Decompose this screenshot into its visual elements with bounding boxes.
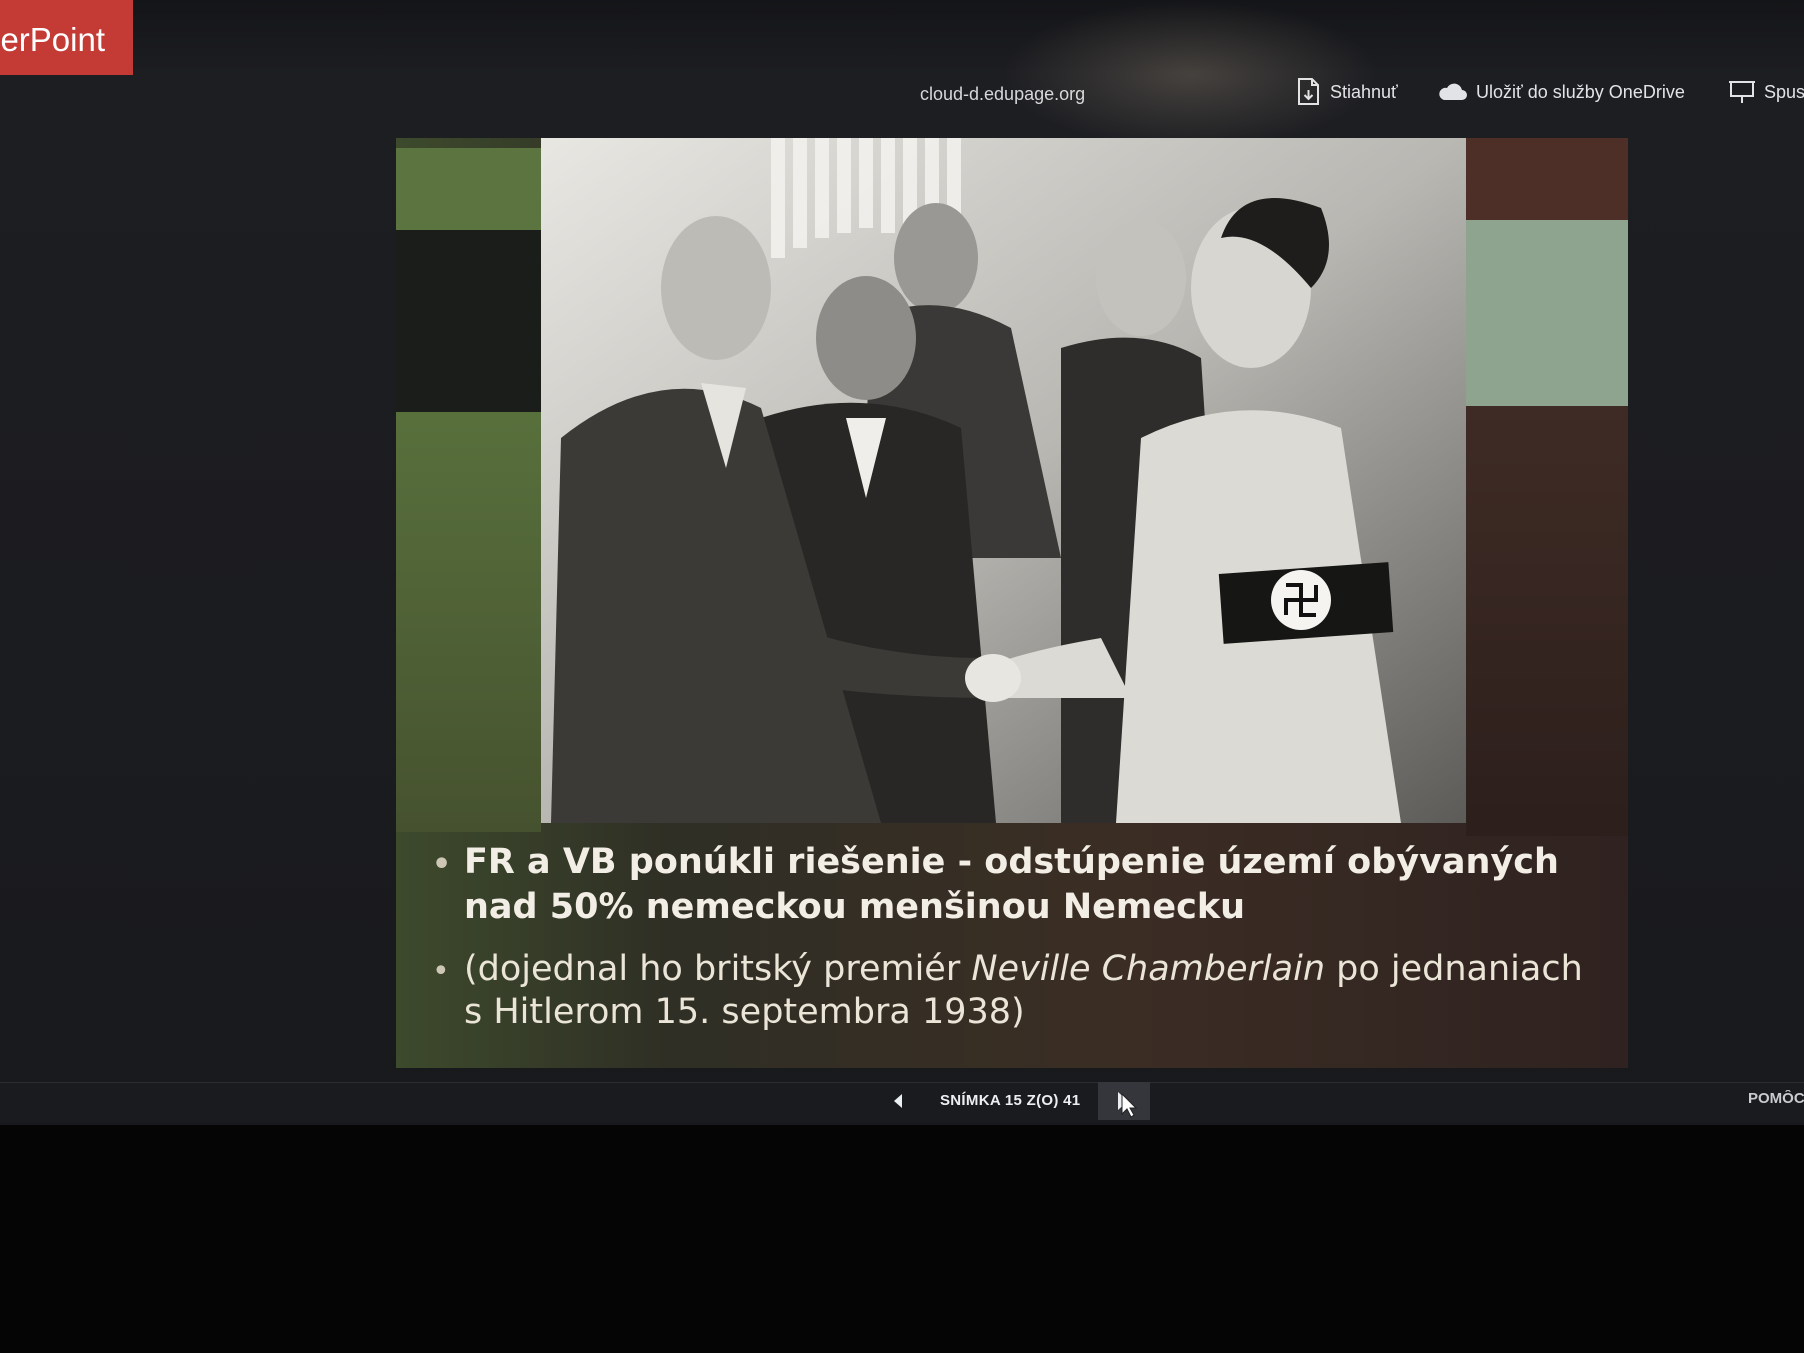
top-bar [0, 0, 1804, 70]
app-name: erPoint [0, 21, 105, 58]
download-label: Stiahnuť [1330, 81, 1398, 102]
document-title: cloud-d.edupage.org [920, 84, 1086, 104]
next-slide-button[interactable] [1098, 1082, 1150, 1120]
decor-band-dark-brown [1466, 406, 1628, 836]
bullet-item: • (dojednal ho britský premiér Neville C… [432, 948, 1592, 1034]
slide-counter: SNÍMKA 15 Z(O) 41 [940, 1092, 1081, 1109]
previous-slide-icon[interactable] [888, 1091, 908, 1111]
screen: erPoint cloud-d.edupage.org Stiahnuť Ulo… [0, 0, 1804, 1125]
onedrive-cloud-icon [1439, 83, 1467, 100]
bullet-text-before: (dojednal ho britský premiér [464, 949, 972, 989]
historical-photo [541, 138, 1466, 823]
decor-band-olive [396, 412, 541, 832]
save-to-onedrive-button[interactable]: Uložiť do služby OneDrive [1436, 76, 1685, 108]
download-icon [1298, 78, 1319, 105]
present-button[interactable]: Spus [1728, 76, 1804, 108]
next-slide-icon [1118, 1092, 1138, 1118]
bullet-text: FR a VB ponúkli riešenie - odstúpenie úz… [464, 842, 1559, 927]
save-to-onedrive-label: Uložiť do služby OneDrive [1476, 81, 1685, 102]
bullet-icon: • [432, 847, 452, 882]
decor-band-green [396, 148, 541, 230]
app-logo-badge: erPoint [0, 0, 133, 75]
present-label: Spus [1764, 81, 1804, 102]
decor-band-brown [1466, 138, 1628, 220]
slide-canvas: • FR a VB ponúkli riešenie - odstúpenie … [396, 138, 1628, 1068]
present-icon [1729, 81, 1755, 103]
photo-illustration [541, 138, 1466, 823]
help-button[interactable]: POMÔC [1748, 1090, 1804, 1107]
download-button[interactable]: Stiahnuť [1296, 76, 1398, 108]
decor-band-dark [396, 230, 541, 412]
slide-bullets: • FR a VB ponúkli riešenie - odstúpenie … [432, 840, 1592, 1052]
decor-band-light-green [1466, 220, 1628, 406]
bullet-icon: • [432, 954, 450, 989]
bullet-text-italic: Neville Chamberlain [971, 949, 1325, 989]
bullet-item: • FR a VB ponúkli riešenie - odstúpenie … [432, 840, 1592, 930]
